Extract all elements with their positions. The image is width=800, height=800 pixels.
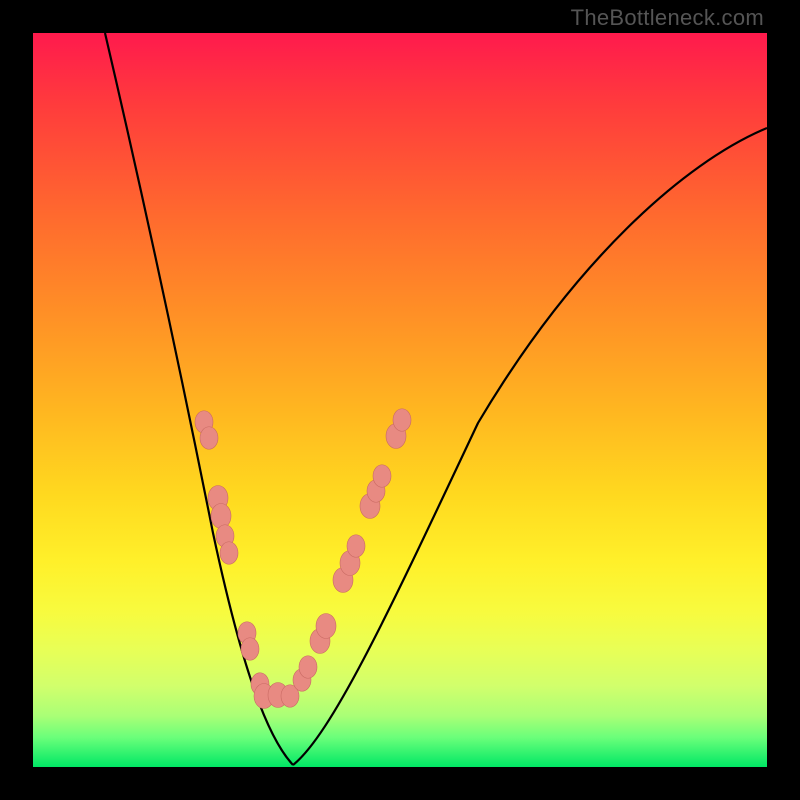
- data-marker: [316, 614, 336, 639]
- data-marker: [211, 504, 231, 529]
- watermark-text: TheBottleneck.com: [571, 5, 764, 31]
- marker-group: [195, 409, 411, 709]
- outer-frame: TheBottleneck.com: [0, 0, 800, 800]
- data-marker: [373, 465, 391, 488]
- right-curve: [293, 128, 767, 765]
- data-marker: [220, 542, 238, 565]
- data-marker: [299, 656, 317, 679]
- data-marker: [393, 409, 411, 432]
- chart-svg: [33, 33, 767, 767]
- data-marker: [200, 427, 218, 450]
- data-marker: [347, 535, 365, 558]
- data-marker: [241, 638, 259, 661]
- left-curve: [105, 33, 293, 765]
